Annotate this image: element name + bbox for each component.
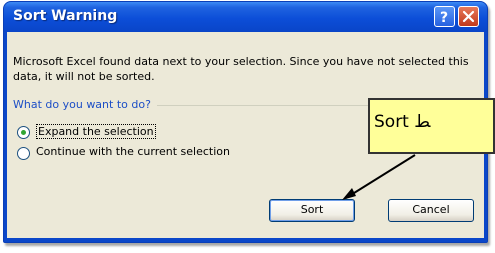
callout-arrow-icon — [342, 154, 416, 200]
